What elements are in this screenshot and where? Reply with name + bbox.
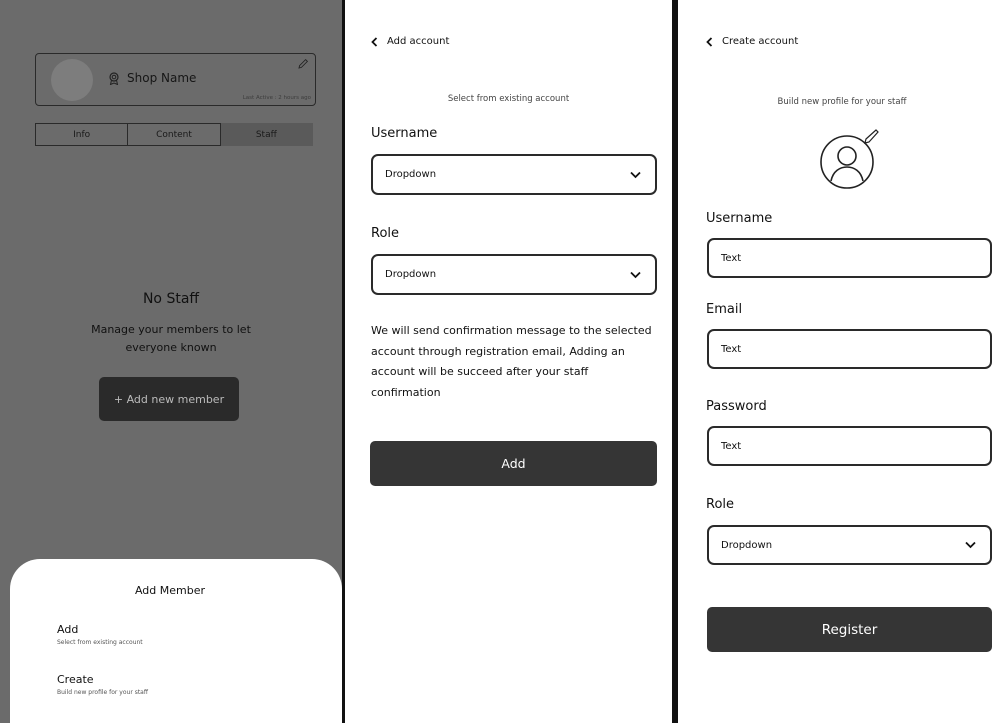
back-button[interactable]: Create account (706, 36, 798, 47)
sheet-item-subtitle: Select from existing account (57, 639, 143, 646)
username-dropdown[interactable]: Dropdown (371, 154, 657, 195)
create-account-screen: Create account Build new profile for you… (675, 0, 1006, 723)
sheet-item-title: Create (57, 673, 94, 686)
sheet-item-add[interactable]: Add Select from existing account (57, 623, 143, 646)
screen-subtitle: Build new profile for your staff (777, 97, 907, 107)
role-dropdown[interactable]: Dropdown (707, 525, 992, 565)
role-dropdown-value: Dropdown (721, 539, 773, 551)
chevron-left-icon (706, 36, 713, 47)
award-icon (109, 71, 119, 85)
username-input[interactable]: Text (707, 238, 992, 278)
register-button[interactable]: Register (707, 607, 992, 652)
username-dropdown-value: Dropdown (385, 169, 437, 180)
role-label: Role (371, 226, 400, 241)
role-dropdown-value: Dropdown (385, 269, 437, 280)
profile-tabs: Info Content Staff (35, 123, 313, 146)
sheet-title: Add Member (134, 584, 206, 597)
sheet-item-subtitle: Build new profile for your staff (57, 689, 148, 696)
add-new-member-button[interactable]: + Add new member (99, 377, 239, 421)
staff-screen: Shop Name Last Active : 2 hours ago Info… (0, 0, 342, 723)
back-button[interactable]: Add account (371, 36, 449, 47)
empty-state-description: Manage your members to let everyone know… (91, 323, 251, 354)
password-label: Password (706, 399, 767, 414)
pencil-icon[interactable] (297, 58, 309, 70)
tab-info[interactable]: Info (35, 123, 129, 146)
empty-state-title: No Staff (142, 291, 200, 307)
tab-content[interactable]: Content (128, 123, 221, 146)
shop-profile-card: Shop Name Last Active : 2 hours ago (35, 53, 316, 106)
chevron-down-icon (630, 271, 641, 278)
chevron-down-icon (630, 171, 641, 178)
screen-subtitle: Select from existing account (447, 94, 570, 104)
username-label: Username (706, 211, 773, 226)
chevron-left-icon (371, 36, 378, 47)
add-member-sheet: Add Member Add Select from existing acco… (10, 559, 342, 723)
confirmation-note: We will send confirmation message to the… (371, 324, 652, 399)
username-label: Username (371, 126, 438, 141)
back-label: Add account (387, 36, 450, 47)
last-active-text: Last Active : 2 hours ago (242, 95, 311, 101)
password-input[interactable]: Text (707, 426, 992, 466)
shop-name-row: Shop Name (108, 71, 196, 85)
chevron-down-icon (965, 541, 976, 549)
role-dropdown[interactable]: Dropdown (371, 254, 657, 295)
back-label: Create account (722, 36, 799, 47)
email-input[interactable]: Text (707, 329, 992, 369)
role-label: Role (706, 497, 735, 512)
user-circle-edit-icon[interactable] (819, 129, 881, 191)
sheet-item-create[interactable]: Create Build new profile for your staff (57, 673, 148, 696)
email-label: Email (706, 302, 743, 317)
add-button[interactable]: Add (370, 441, 657, 486)
add-account-screen: Add account Select from existing account… (342, 0, 675, 723)
sheet-item-title: Add (57, 623, 79, 636)
username-input-value: Text (721, 252, 742, 264)
email-input-value: Text (721, 343, 742, 355)
tab-staff[interactable]: Staff (220, 123, 313, 146)
password-input-value: Text (721, 440, 742, 452)
shop-name: Shop Name (127, 71, 197, 85)
shop-avatar (51, 59, 93, 101)
